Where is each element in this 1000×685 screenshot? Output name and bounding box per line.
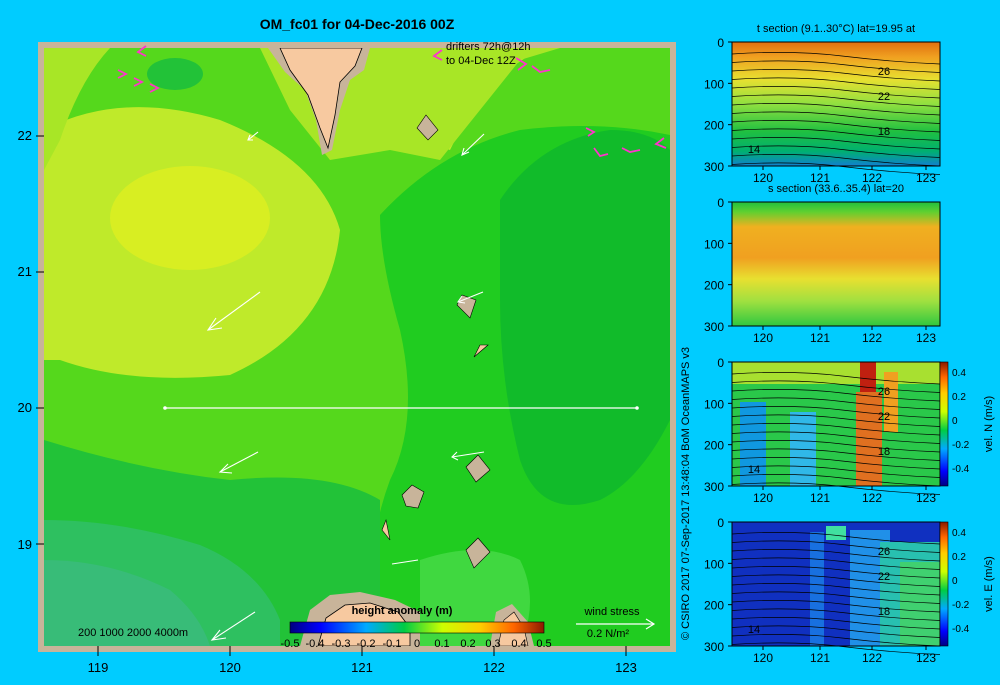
- lon-tick-label: 123: [916, 331, 936, 345]
- colorbar-label: height anomaly (m): [352, 605, 453, 617]
- contour-label: 14: [748, 624, 760, 636]
- depth-tick-label: 100: [704, 397, 724, 411]
- contour-label: 22: [878, 571, 890, 583]
- depth-tick-label: 100: [704, 237, 724, 251]
- map-title: OM_fc01 for 04-Dec-2016 00Z: [260, 16, 455, 32]
- contour-label: 14: [748, 144, 760, 156]
- depth-tick-label: 300: [704, 480, 724, 494]
- depth-tick-label: 200: [704, 119, 724, 133]
- colorbar-tick: -0.4: [952, 464, 970, 475]
- colorbar-tick: 0: [952, 416, 958, 427]
- lon-tick-label: 120: [753, 491, 773, 505]
- panel-field: [732, 202, 940, 326]
- copyright-credit: © CSIRO 2017 07-Sep-2017 13:48:04 BoM Oc…: [680, 346, 692, 640]
- lon-tick-label: 120: [753, 331, 773, 345]
- contour-label: 18: [878, 446, 890, 458]
- drifters-label: to 04-Dec 12Z: [446, 55, 516, 67]
- contour-label: 26: [878, 386, 890, 398]
- colorbar-tick: 0.2: [460, 638, 475, 650]
- drifters-label: drifters 72h@12h: [446, 41, 531, 53]
- contour-label: 26: [878, 546, 890, 558]
- depth-tick-label: 0: [717, 196, 724, 210]
- colorbar-tick: -0.2: [952, 440, 970, 451]
- lon-tick-label: 122: [862, 491, 882, 505]
- colorbar-tick: 0.4: [952, 528, 966, 539]
- contour-label: 18: [878, 126, 890, 138]
- colorbar-tick: -0.3: [332, 638, 351, 650]
- colorbar-tick: -0.4: [952, 624, 970, 635]
- depth-tick-label: 100: [704, 77, 724, 91]
- lat-tick-label: 19: [18, 537, 32, 552]
- panel-title: s section (33.6..35.4) lat=20: [768, 183, 904, 195]
- depth-tick-label: 200: [704, 599, 724, 613]
- lon-tick-label: 121: [810, 331, 830, 345]
- colorbar-tick: -0.1: [383, 638, 402, 650]
- colorbar-tick: 0.3: [485, 638, 500, 650]
- colorbar-tick: 0.2: [952, 392, 966, 403]
- wind-stress-label: wind stress: [583, 606, 640, 618]
- contour-label: 22: [878, 91, 890, 103]
- velocity-colorbar: 0.4 0.2 0 -0.2 -0.4 vel. N (m/s): [939, 361, 995, 487]
- depth-tick-label: 100: [704, 557, 724, 571]
- height-anomaly-field: [44, 48, 670, 646]
- velocity-colorbar: 0.4 0.2 0 -0.2 -0.4 vel. E (m/s): [939, 521, 995, 647]
- section-panel-s: s section (33.6..35.4) lat=20 0 100 200 300 1…: [704, 183, 941, 345]
- lon-tick-label: 119: [88, 660, 109, 675]
- colorbar-tick: -0.4: [306, 638, 325, 650]
- section-panel-vn: 26 22 18 14 0 100 200 300 120 121 122 123 0.4 0.2 0 -0.…: [704, 356, 995, 505]
- wind-stress-scale: 0.2 N/m²: [587, 628, 630, 640]
- depth-tick-label: 200: [704, 279, 724, 293]
- lon-tick-label: 122: [862, 331, 882, 345]
- depth-tick-label: 300: [704, 640, 724, 654]
- section-panels: t section (9.1..30°C) lat=19.95 at 26 22 18…: [704, 23, 995, 665]
- lon-tick-label: 121: [351, 660, 373, 675]
- contour-label: 14: [748, 464, 760, 476]
- colorbar-label: vel. N (m/s): [983, 396, 995, 452]
- figure-canvas: OM_fc01 for 04-Dec-2016 00Z drifters 72h…: [18, 16, 995, 675]
- section-panel-ve: 26 22 18 14 0 100 200 300 120 121 122 123 0.4 0.2 0 -0.…: [704, 516, 995, 665]
- depth-tick-label: 0: [717, 36, 724, 50]
- depth-tick-label: 300: [704, 320, 724, 334]
- colorbar-tick: -0.2: [952, 600, 970, 611]
- colorbar-tick: 0.5: [536, 638, 551, 650]
- depth-legend: 200 1000 2000 4000m: [78, 627, 188, 639]
- lon-tick-label: 122: [483, 660, 505, 675]
- lat-tick-label: 20: [18, 400, 32, 415]
- colorbar-tick: 0.2: [952, 552, 966, 563]
- lat-tick-label: 21: [18, 264, 32, 279]
- colorbar-tick: -0.5: [281, 638, 300, 650]
- colorbar-tick: 0: [414, 638, 420, 650]
- depth-tick-label: 300: [704, 160, 724, 174]
- lon-tick-label: 123: [916, 651, 936, 665]
- colorbar-tick: 0: [952, 576, 958, 587]
- depth-tick-label: 0: [717, 356, 724, 370]
- lon-tick-label: 120: [219, 660, 241, 675]
- lon-tick-label: 122: [862, 651, 882, 665]
- depth-tick-label: 0: [717, 516, 724, 530]
- depth-tick-label: 200: [704, 439, 724, 453]
- contour-label: 22: [878, 411, 890, 423]
- lon-tick-label: 121: [810, 651, 830, 665]
- section-panel-t: t section (9.1..30°C) lat=19.95 at 26 22 18…: [704, 23, 941, 185]
- lon-tick-label: 121: [810, 491, 830, 505]
- lon-tick-label: 123: [615, 660, 637, 675]
- colorbar-label: vel. E (m/s): [983, 556, 995, 612]
- lon-tick-label: 123: [916, 171, 936, 185]
- colorbar-tick: 0.1: [434, 638, 449, 650]
- panel-title: t section (9.1..30°C) lat=19.95 at: [757, 23, 915, 35]
- contour-label: 26: [878, 66, 890, 78]
- colorbar-tick: 0.4: [952, 368, 966, 379]
- lon-tick-label: 123: [916, 491, 936, 505]
- colorbar-tick: -0.2: [357, 638, 376, 650]
- lon-tick-label: 120: [753, 651, 773, 665]
- colorbar-tick: 0.4: [511, 638, 526, 650]
- lat-tick-label: 22: [18, 128, 32, 143]
- contour-label: 18: [878, 606, 890, 618]
